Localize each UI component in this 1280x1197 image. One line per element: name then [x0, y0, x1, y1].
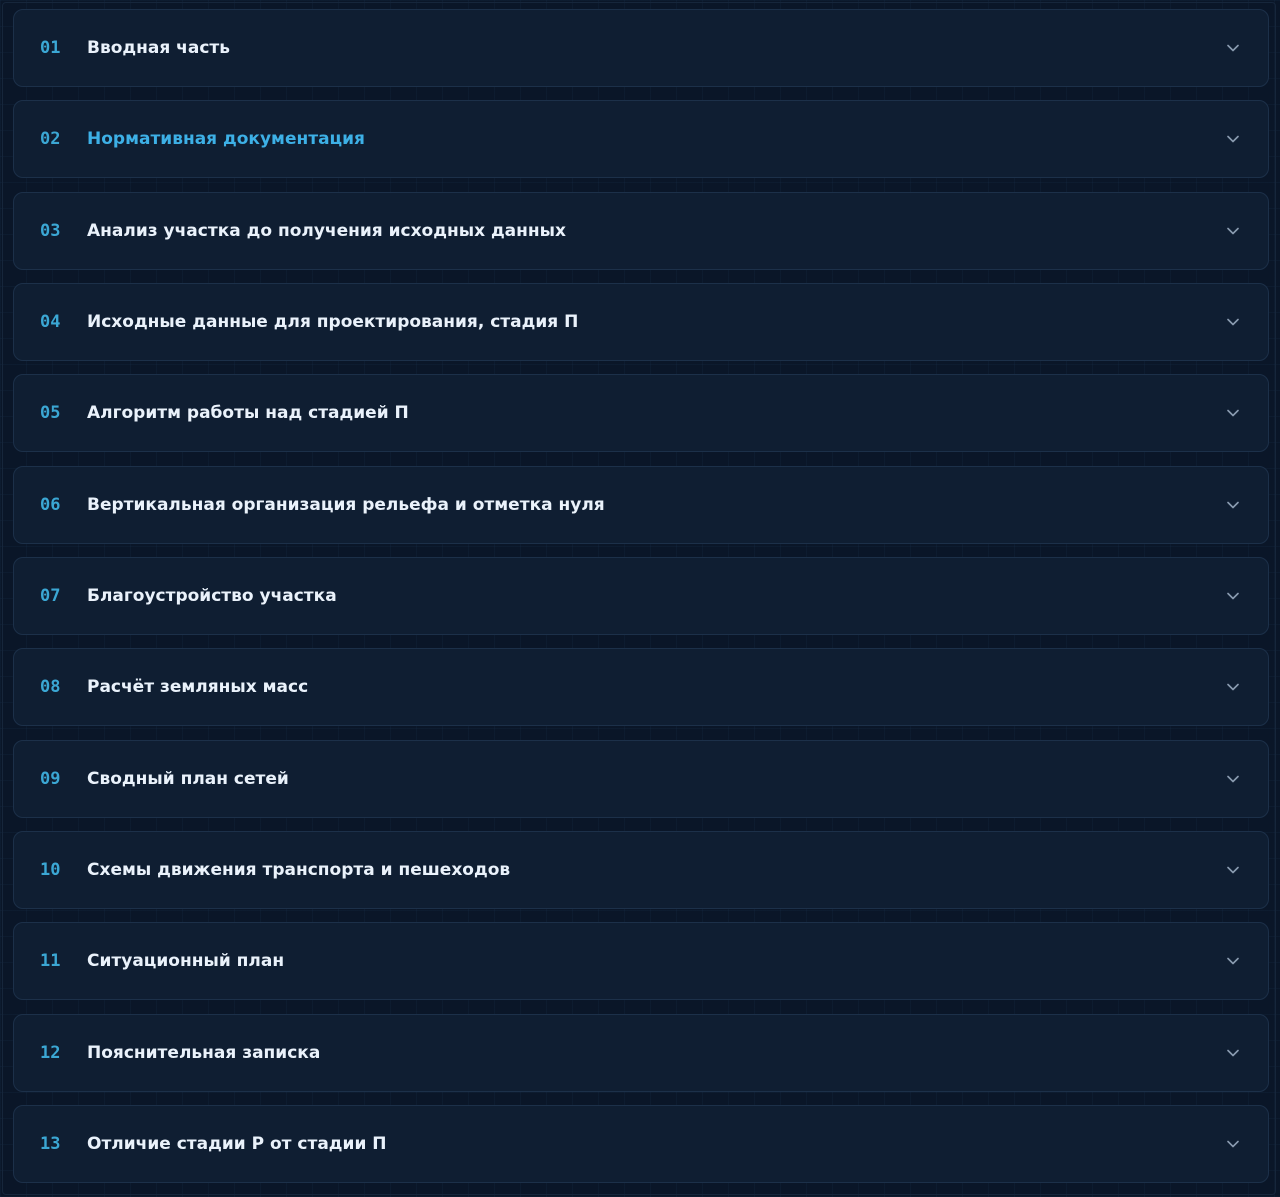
accordion-item-09[interactable]: 09 Сводный план сетей [13, 739, 1269, 818]
accordion-item-03[interactable]: 03 Анализ участка до получения исходных … [13, 191, 1269, 270]
module-title: Пояснительная записка [87, 1042, 321, 1063]
module-title: Ситуационный план [87, 951, 285, 972]
module-number: 02 [40, 129, 61, 150]
accordion-item-06[interactable]: 06 Вертикальная организация рельефа и от… [13, 465, 1269, 544]
chevron-down-icon[interactable] [1226, 863, 1240, 877]
module-number: 01 [40, 38, 61, 58]
module-title: Схемы движения транспорта и пешеходов [87, 859, 511, 880]
module-number: 04 [40, 311, 61, 332]
module-title: Алгоритм работы над стадией П [87, 403, 409, 424]
module-number: 12 [40, 1042, 61, 1063]
module-number: 07 [40, 585, 61, 606]
accordion-item-12[interactable]: 12 Пояснительная записка [13, 1013, 1269, 1092]
module-title: Отличие стадии Р от стадии П [87, 1133, 387, 1154]
module-number: 08 [40, 677, 61, 698]
chevron-down-icon[interactable] [1226, 41, 1240, 55]
accordion-item-08[interactable]: 08 Расчёт земляных масс [13, 648, 1269, 727]
module-title: Нормативная документация [87, 129, 365, 150]
module-title: Вертикальная организация рельефа и отмет… [87, 494, 605, 515]
accordion-item-11[interactable]: 11 Ситуационный план [13, 922, 1269, 1001]
module-title: Исходные данные для проектирования, стад… [87, 311, 579, 332]
chevron-down-icon[interactable] [1226, 680, 1240, 694]
module-number: 03 [40, 220, 61, 241]
accordion-item-02[interactable]: 02 Нормативная документация [13, 100, 1269, 179]
chevron-down-icon[interactable] [1226, 406, 1240, 420]
chevron-down-icon[interactable] [1226, 589, 1240, 603]
module-title: Расчёт земляных масс [87, 677, 309, 698]
course-modules-accordion: 01 Вводная часть 02 Нормативная документ… [13, 9, 1269, 1196]
accordion-item-01[interactable]: 01 Вводная часть [13, 9, 1269, 87]
module-title: Анализ участка до получения исходных дан… [87, 220, 566, 241]
accordion-item-07[interactable]: 07 Благоустройство участка [13, 556, 1269, 635]
chevron-down-icon[interactable] [1226, 772, 1240, 786]
module-number: 11 [40, 951, 61, 972]
module-number: 05 [40, 403, 61, 424]
chevron-down-icon[interactable] [1226, 498, 1240, 512]
module-number: 06 [40, 494, 61, 515]
module-number: 09 [40, 768, 61, 789]
chevron-down-icon[interactable] [1226, 132, 1240, 146]
accordion-item-10[interactable]: 10 Схемы движения транспорта и пешеходов [13, 830, 1269, 909]
chevron-down-icon[interactable] [1226, 954, 1240, 968]
module-number: 13 [40, 1133, 61, 1154]
chevron-down-icon[interactable] [1226, 224, 1240, 238]
chevron-down-icon[interactable] [1226, 1046, 1240, 1060]
module-title: Благоустройство участка [87, 585, 337, 606]
module-number: 10 [40, 859, 61, 880]
module-title: Сводный план сетей [87, 768, 289, 789]
accordion-item-05[interactable]: 05 Алгоритм работы над стадией П [13, 374, 1269, 453]
chevron-down-icon[interactable] [1226, 1137, 1240, 1151]
chevron-down-icon[interactable] [1226, 315, 1240, 329]
accordion-item-13[interactable]: 13 Отличие стадии Р от стадии П [13, 1104, 1269, 1183]
accordion-item-04[interactable]: 04 Исходные данные для проектирования, с… [13, 282, 1269, 361]
module-title: Вводная часть [87, 38, 230, 58]
